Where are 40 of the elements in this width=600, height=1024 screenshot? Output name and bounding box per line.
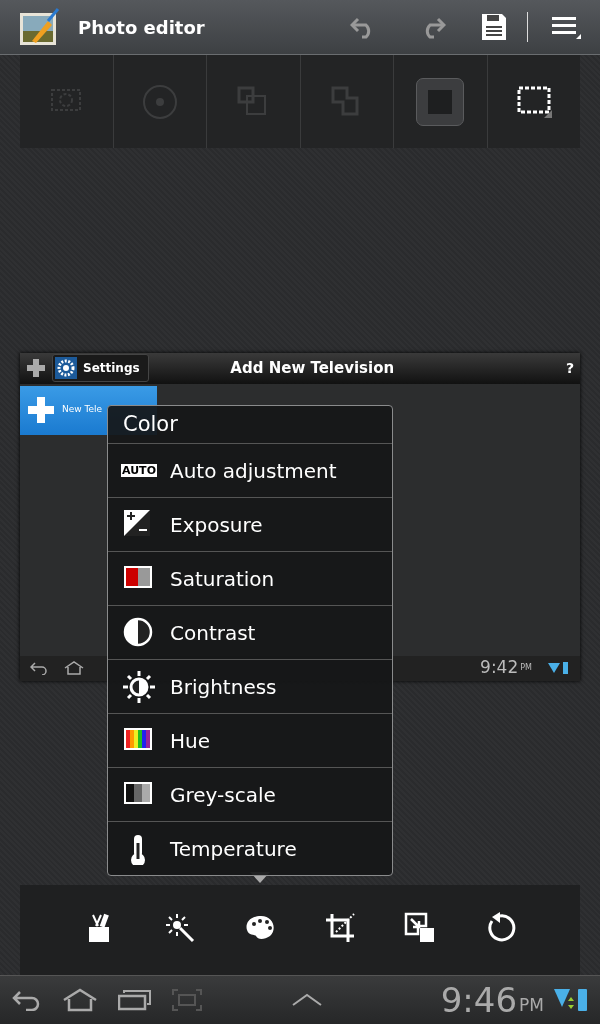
menu-item[interactable]: Exposure <box>108 497 392 551</box>
screenshot-icon <box>172 989 202 1011</box>
magic-wand-icon <box>164 912 196 944</box>
brush-selection-icon <box>141 83 178 120</box>
menu-item[interactable]: Hue <box>108 713 392 767</box>
home-icon <box>62 988 98 1012</box>
resize-icon <box>404 912 436 944</box>
app-logo-icon <box>18 7 60 47</box>
gear-icon <box>55 357 77 379</box>
clock-time: 9:46 <box>440 978 518 1022</box>
help-button[interactable]: ? <box>565 357 574 379</box>
save-button[interactable] <box>481 13 507 41</box>
back-icon <box>30 661 48 675</box>
menu-item[interactable]: AUTO Auto adjustment <box>108 443 392 497</box>
menu-item[interactable]: Contrast <box>108 605 392 659</box>
auto-icon: AUTO <box>121 464 157 477</box>
menu-item[interactable]: Brightness <box>108 659 392 713</box>
clock-time: 9:42 <box>480 656 519 680</box>
home-icon <box>64 661 84 675</box>
save-icon <box>481 13 507 41</box>
menu-item[interactable]: Temperature <box>108 821 392 875</box>
half-circle-icon <box>123 616 155 649</box>
dpad-icon <box>26 358 46 378</box>
signal-battery-icon <box>548 661 570 675</box>
app-title: Photo editor <box>78 15 205 40</box>
menu-icon <box>552 14 582 40</box>
back-icon <box>12 989 42 1011</box>
menu-item[interactable]: Saturation <box>108 551 392 605</box>
plus-icon <box>28 397 54 423</box>
settings-button[interactable]: Settings <box>52 354 149 382</box>
recent-apps-icon <box>118 989 152 1011</box>
menu-button[interactable] <box>552 14 582 40</box>
screen-title: Add New Television <box>229 357 396 379</box>
clock-period: PM <box>519 994 544 1018</box>
signal-battery-icon <box>554 987 588 1013</box>
sun-icon <box>123 670 155 703</box>
clock-period: PM <box>520 662 532 674</box>
menu-item[interactable]: Grey-scale <box>108 767 392 821</box>
crop-icon <box>324 912 356 944</box>
chevron-up-icon <box>292 993 322 1007</box>
